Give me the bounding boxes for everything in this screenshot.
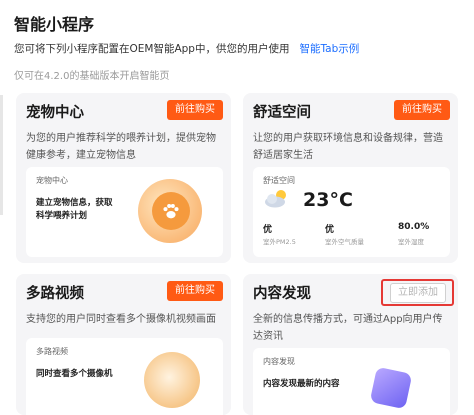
version-note: 仅可在4.2.0的基础版本开启智能页 xyxy=(14,71,170,82)
preview-label: 舒适空间 xyxy=(263,176,295,185)
desc-line: 为您的用户推荐科学的喂养计划，提供宠物 xyxy=(26,133,216,144)
buy-button[interactable]: 前往购买 xyxy=(167,281,223,301)
preview-panel: 内容发现 内容发现最新的内容 xyxy=(253,348,450,415)
metric-value: 优 xyxy=(325,225,335,235)
buy-button[interactable]: 前往购买 xyxy=(167,100,223,120)
preview-line: 内容发现最新的内容 xyxy=(263,379,340,389)
temperature-value: 23°C xyxy=(303,189,353,211)
card-title: 内容发现 xyxy=(253,286,311,302)
preview-line: 同时查看多个摄像机 xyxy=(36,369,113,379)
card-description: 为您的用户推荐科学的喂养计划，提供宠物 健康参考，建立宠物信息 xyxy=(26,130,216,164)
card-multi-video: 多路视频 前往购买 支持您的用户同时查看多个摄像机视频画面 多路视频 同时查看多… xyxy=(16,274,231,415)
card-description: 全新的信息传播方式，可通过App向用户传 达资讯 xyxy=(253,311,443,345)
discover-icon xyxy=(369,366,413,410)
example-link[interactable]: 智能Tab示例 xyxy=(299,43,359,55)
buy-button[interactable]: 前往购买 xyxy=(394,100,450,120)
desc-line: 支持您的用户同时查看多个摄像机视频画面 xyxy=(26,314,216,325)
metric-value: 优 xyxy=(263,225,273,235)
preview-panel: 舒适空间 23°C 优 室外PM2.5 优 室外空气质量 80.0% 室外湿度 xyxy=(253,167,450,257)
card-title: 舒适空间 xyxy=(253,105,311,121)
page-title: 智能小程序 xyxy=(14,15,95,34)
metric-label: 室外PM2.5 xyxy=(263,238,296,246)
paw-icon xyxy=(152,192,190,230)
preview-line: 科学喂养计划 xyxy=(36,211,88,221)
desc-line: 全新的信息传播方式，可通过App向用户传 xyxy=(253,314,443,325)
metric-label: 室外湿度 xyxy=(398,238,424,246)
metric-label: 室外空气质量 xyxy=(325,238,364,246)
desc-line: 舒适居家生活 xyxy=(253,150,313,161)
preview-label: 宠物中心 xyxy=(36,176,68,185)
preview-line: 建立宠物信息，获取 xyxy=(36,198,113,208)
highlight-box xyxy=(381,279,454,306)
cloud-sun-icon xyxy=(263,187,291,213)
card-description: 支持您的用户同时查看多个摄像机视频画面 xyxy=(26,311,216,328)
preview-label: 内容发现 xyxy=(263,357,295,366)
preview-panel: 多路视频 同时查看多个摄像机 xyxy=(26,338,223,415)
preview-panel: 宠物中心 建立宠物信息，获取 科学喂养计划 xyxy=(26,167,223,257)
scroll-edge xyxy=(0,95,3,215)
desc-line: 让您的用户获取环境信息和设备规律，营造 xyxy=(253,133,443,144)
card-pet-center: 宠物中心 前往购买 为您的用户推荐科学的喂养计划，提供宠物 健康参考，建立宠物信… xyxy=(16,93,231,263)
desc-line: 健康参考，建立宠物信息 xyxy=(26,150,136,161)
desc-line: 达资讯 xyxy=(253,331,283,342)
card-title: 宠物中心 xyxy=(26,105,84,121)
metric-value: 80.0% xyxy=(398,222,430,232)
page-description: 您可将下列小程序配置在OEM智能App中，供您的用户使用 智能Tab示例 xyxy=(14,41,359,56)
preview-label: 多路视频 xyxy=(36,347,68,356)
card-description: 让您的用户获取环境信息和设备规律，营造 舒适居家生活 xyxy=(253,130,443,164)
camera-icon xyxy=(144,352,200,408)
card-comfort-space: 舒适空间 前往购买 让您的用户获取环境信息和设备规律，营造 舒适居家生活 舒适空… xyxy=(243,93,458,263)
description-text: 您可将下列小程序配置在OEM智能App中，供您的用户使用 xyxy=(14,43,290,55)
card-title: 多路视频 xyxy=(26,286,84,302)
